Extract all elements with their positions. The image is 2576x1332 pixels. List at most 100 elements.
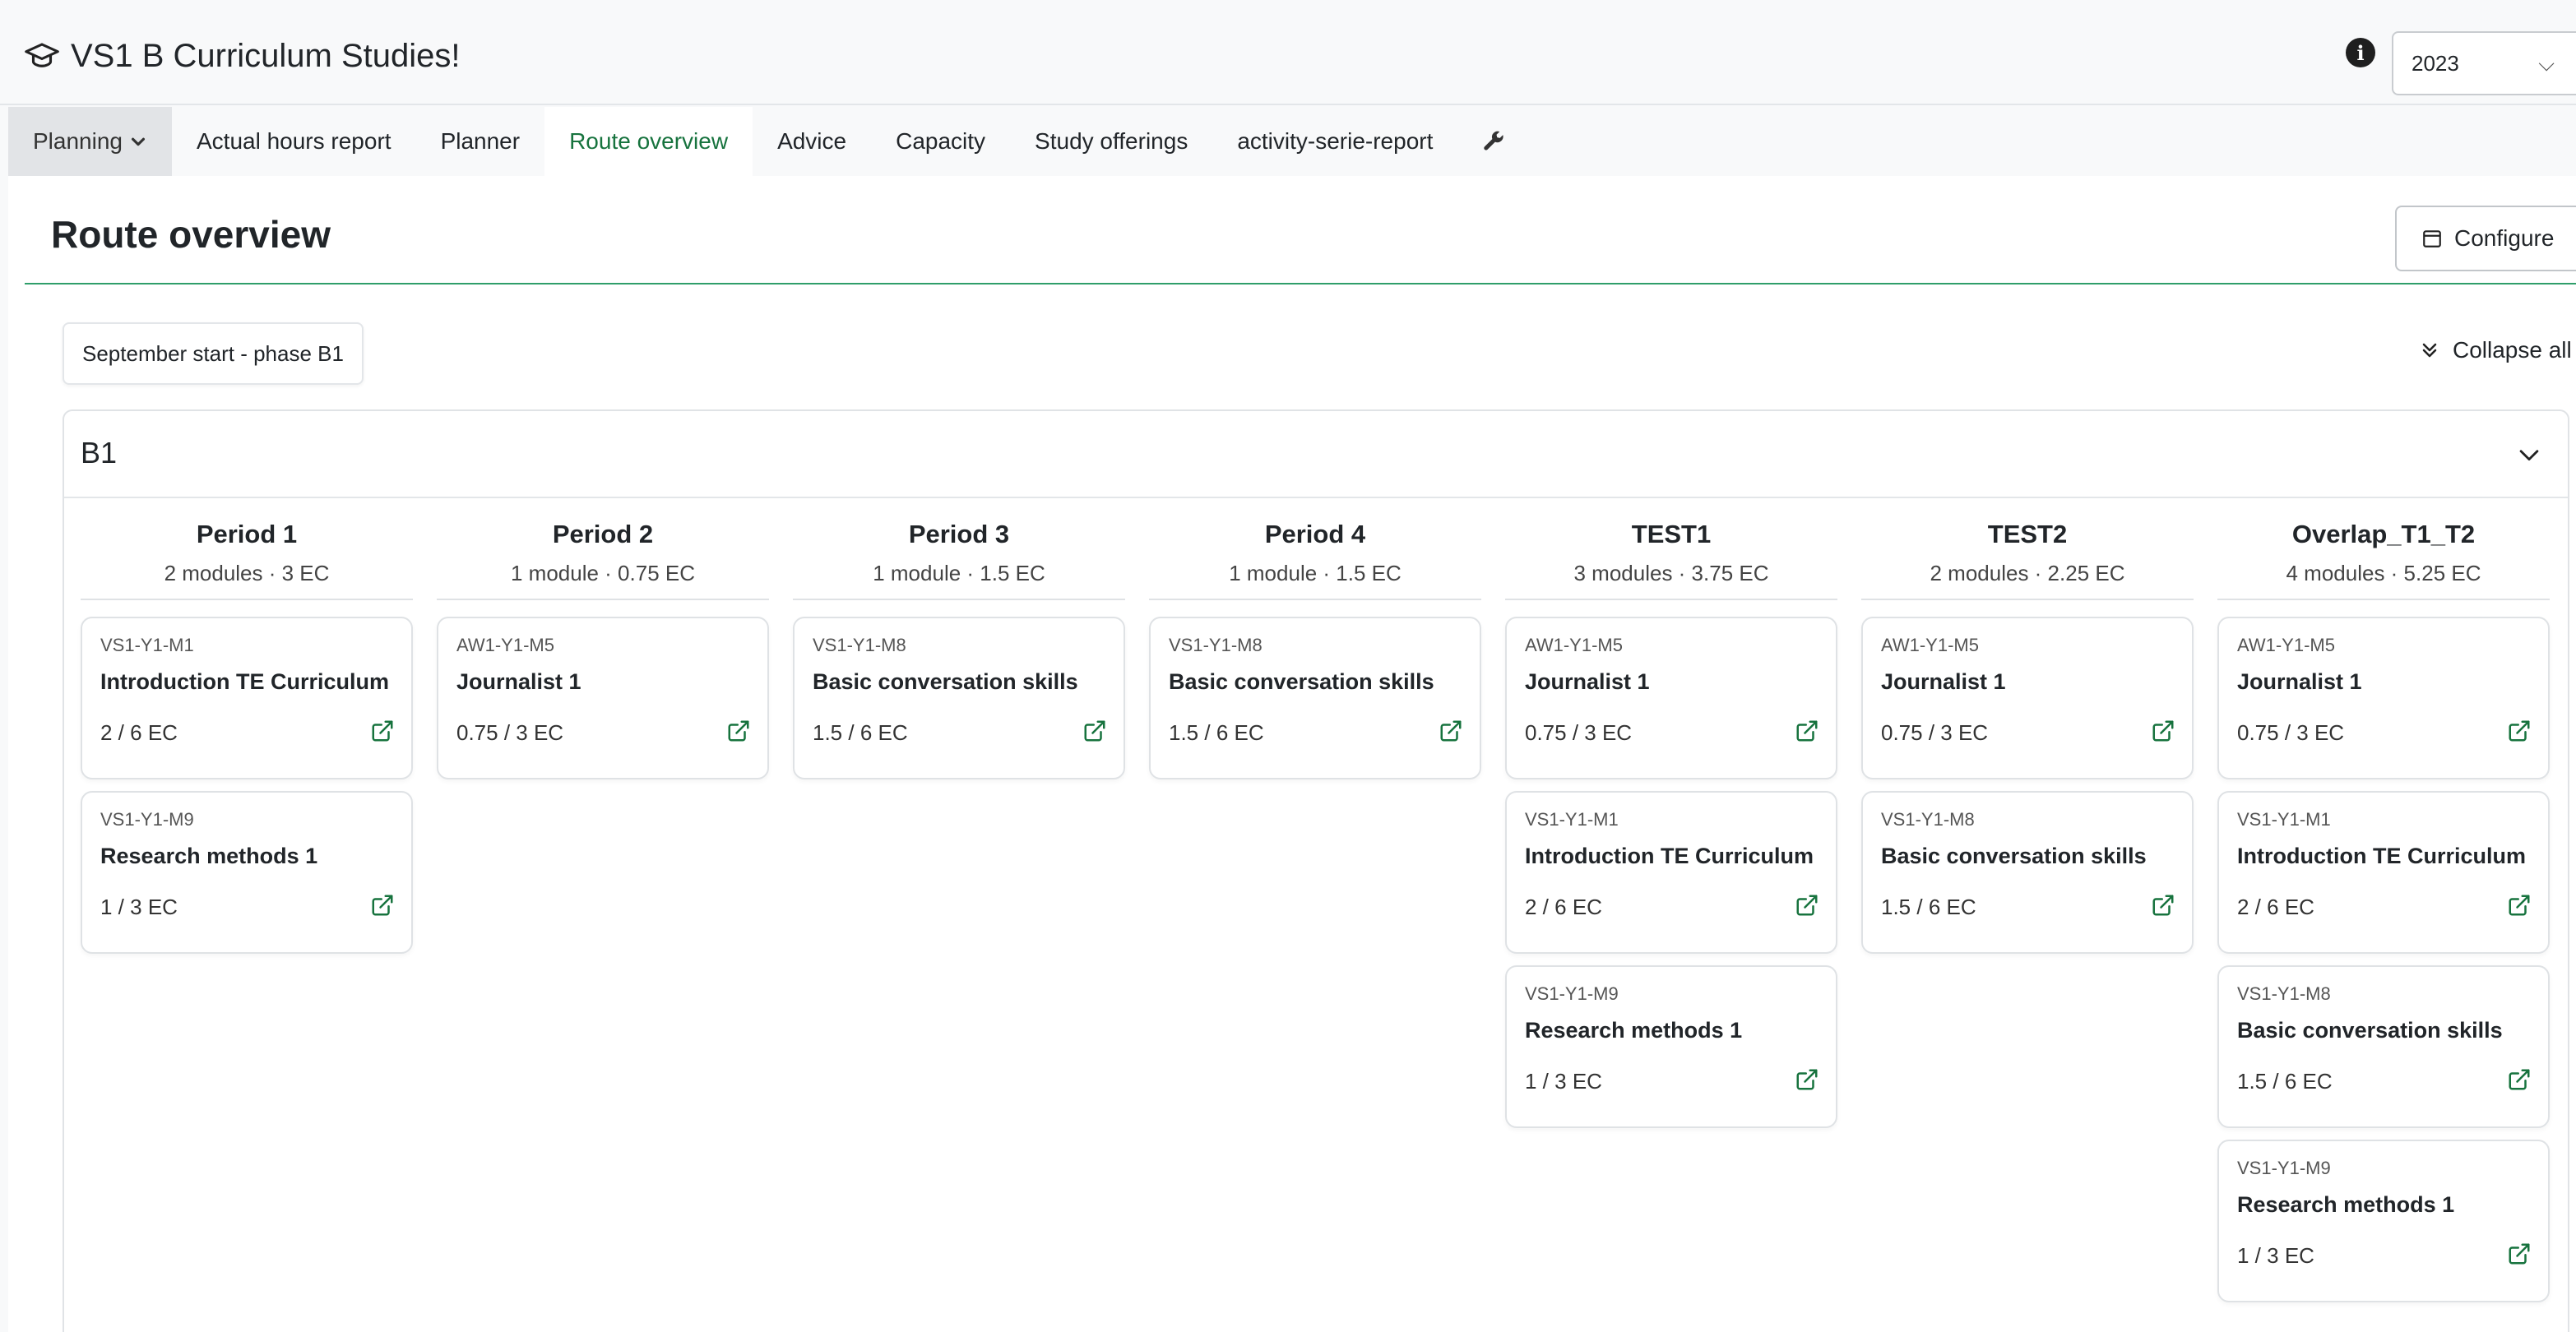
- module-code: AW1-Y1-M5: [2237, 635, 2335, 655]
- module-card[interactable]: VS1-Y1-M9 Research methods 1 1 / 3 EC: [2217, 1140, 2550, 1302]
- external-link-icon[interactable]: [370, 893, 395, 918]
- module-ec: 2 / 6 EC: [100, 720, 178, 745]
- module-card[interactable]: VS1-Y1-M1 Introduction TE Curriculum 2 / 6…: [81, 617, 413, 779]
- calendar-icon: [2423, 230, 2441, 247]
- module-card[interactable]: VS1-Y1-M1 Introduction TE Curriculum 2 / 6…: [2217, 791, 2550, 954]
- period-divider: [1861, 599, 2194, 600]
- external-link-icon[interactable]: [1795, 1067, 1819, 1092]
- module-ec: 2 / 6 EC: [1525, 895, 1602, 919]
- external-link-icon[interactable]: [2507, 893, 2532, 918]
- nav-route-overview[interactable]: Route overview: [544, 107, 753, 176]
- module-name: Basic conversation skills: [813, 669, 1078, 694]
- nav-planner[interactable]: Planner: [416, 107, 545, 176]
- main-nav: Planning Actual hours report Planner Rou…: [8, 107, 2576, 176]
- period-summary: 1 module · 1.5 EC: [873, 561, 1045, 585]
- period-divider: [793, 599, 1125, 600]
- module-code: AW1-Y1-M5: [456, 635, 554, 655]
- nav-planning-dropdown[interactable]: Planning: [8, 107, 172, 176]
- external-link-icon[interactable]: [370, 719, 395, 743]
- configure-button-label: Configure: [2454, 225, 2555, 251]
- external-link-icon[interactable]: [2507, 1067, 2532, 1092]
- nav-actual-hours-report[interactable]: Actual hours report: [172, 107, 416, 176]
- module-card[interactable]: AW1-Y1-M5 Journalist 1 0.75 / 3 EC: [2217, 617, 2550, 779]
- phase-header[interactable]: B1: [64, 411, 2568, 498]
- period-name: Period 3: [908, 520, 1010, 548]
- module-ec: 1.5 / 6 EC: [813, 720, 908, 745]
- external-link-icon[interactable]: [2507, 1242, 2532, 1266]
- year-select[interactable]: 2023 ⌵: [2392, 31, 2576, 95]
- module-code: VS1-Y1-M8: [1169, 635, 1263, 655]
- chevron-down-icon: ⌵: [2538, 51, 2555, 76]
- period-divider: [437, 599, 769, 600]
- module-code: VS1-Y1-M9: [2237, 1158, 2331, 1178]
- configure-button[interactable]: Configure: [2395, 206, 2576, 271]
- period-name: Period 1: [196, 520, 298, 548]
- external-link-icon[interactable]: [1795, 893, 1819, 918]
- nav-tools[interactable]: [1457, 107, 1530, 176]
- phase-card: B1 Period 1 2 modules · 3 EC VS1-Y1-M1 Intr…: [63, 409, 2569, 1332]
- route-filter-badge[interactable]: September start - phase B1: [63, 322, 364, 385]
- period-column: TEST2 2 modules · 2.25 EC AW1-Y1-M5 Journal…: [1861, 515, 2194, 965]
- year-select-value: 2023: [2412, 50, 2459, 76]
- nav-planning-label: Planning: [33, 128, 123, 154]
- app-window: VS1 B Curriculum Studies! i 2023 ⌵ Plann…: [0, 0, 2576, 1332]
- module-ec: 0.75 / 3 EC: [456, 720, 564, 745]
- app-title: VS1 B Curriculum Studies!: [25, 30, 461, 82]
- period-divider: [1505, 599, 1837, 600]
- module-card[interactable]: AW1-Y1-M5 Journalist 1 0.75 / 3 EC: [1505, 617, 1837, 779]
- module-name: Journalist 1: [2237, 669, 2362, 694]
- app-title-text: VS1 B Curriculum Studies!: [71, 37, 461, 74]
- chevron-down-icon: [131, 137, 146, 146]
- period-name: TEST1: [1631, 520, 1712, 548]
- module-card[interactable]: AW1-Y1-M5 Journalist 1 0.75 / 3 EC: [1861, 617, 2194, 779]
- external-link-icon[interactable]: [2507, 719, 2532, 743]
- nav-capacity[interactable]: Capacity: [871, 107, 1010, 176]
- module-ec: 1.5 / 6 EC: [1881, 895, 1976, 919]
- external-link-icon[interactable]: [726, 719, 751, 743]
- module-name: Introduction TE Curriculum: [100, 669, 389, 694]
- period-divider: [81, 599, 413, 600]
- nav-advice[interactable]: Advice: [753, 107, 871, 176]
- collapse-all-button[interactable]: Collapse all: [2418, 337, 2572, 363]
- double-chevron-down-icon: [2422, 343, 2437, 358]
- period-divider: [2217, 599, 2550, 600]
- period-name: Period 4: [1264, 520, 1366, 548]
- period-name: Overlap_T1_T2: [2291, 520, 2476, 548]
- module-card[interactable]: VS1-Y1-M8 Basic conversation skills 1.5 / …: [1861, 791, 2194, 954]
- external-link-icon[interactable]: [2151, 719, 2175, 743]
- module-name: Introduction TE Curriculum: [2237, 844, 2526, 868]
- module-card[interactable]: VS1-Y1-M8 Basic conversation skills 1.5 / …: [1149, 617, 1481, 779]
- external-link-icon[interactable]: [1795, 719, 1819, 743]
- module-ec: 0.75 / 3 EC: [2237, 720, 2345, 745]
- module-name: Journalist 1: [1525, 669, 1650, 694]
- external-link-icon[interactable]: [1082, 719, 1107, 743]
- module-card[interactable]: VS1-Y1-M1 Introduction TE Curriculum 2 / 6…: [1505, 791, 1837, 954]
- module-code: VS1-Y1-M8: [1881, 809, 1975, 830]
- page-title: Route overview: [51, 213, 331, 256]
- module-card[interactable]: VS1-Y1-M9 Research methods 1 1 / 3 EC: [81, 791, 413, 954]
- module-card[interactable]: VS1-Y1-M9 Research methods 1 1 / 3 EC: [1505, 965, 1837, 1128]
- title-divider: [25, 283, 2576, 284]
- module-card[interactable]: VS1-Y1-M8 Basic conversation skills 1.5 / …: [793, 617, 1125, 779]
- period-summary: 2 modules · 3 EC: [164, 561, 330, 585]
- module-name: Research methods 1: [1525, 1018, 1743, 1043]
- info-icon[interactable]: i: [2346, 38, 2375, 67]
- chevron-down-icon[interactable]: [2515, 441, 2543, 469]
- graduation-cap-icon: [25, 43, 59, 67]
- nav-study-offerings[interactable]: Study offerings: [1010, 107, 1212, 176]
- module-code: VS1-Y1-M9: [1525, 983, 1619, 1004]
- module-code: VS1-Y1-M1: [2237, 809, 2331, 830]
- nav-activity-serie-report[interactable]: activity-serie-report: [1212, 107, 1457, 176]
- module-ec: 1 / 3 EC: [100, 895, 178, 919]
- module-card[interactable]: VS1-Y1-M8 Basic conversation skills 1.5 / …: [2217, 965, 2550, 1128]
- period-summary: 2 modules · 2.25 EC: [1930, 561, 2125, 585]
- app-header: VS1 B Curriculum Studies! i 2023 ⌵: [0, 7, 2576, 105]
- module-card[interactable]: AW1-Y1-M5 Journalist 1 0.75 / 3 EC: [437, 617, 769, 779]
- external-link-icon[interactable]: [1439, 719, 1463, 743]
- period-column: Overlap_T1_T2 4 modules · 5.25 EC AW1-Y1-M…: [2217, 515, 2550, 1314]
- external-link-icon[interactable]: [2151, 893, 2175, 918]
- module-ec: 0.75 / 3 EC: [1881, 720, 1989, 745]
- module-ec: 2 / 6 EC: [2237, 895, 2314, 919]
- period-summary: 1 module · 1.5 EC: [1229, 561, 1402, 585]
- period-divider: [1149, 599, 1481, 600]
